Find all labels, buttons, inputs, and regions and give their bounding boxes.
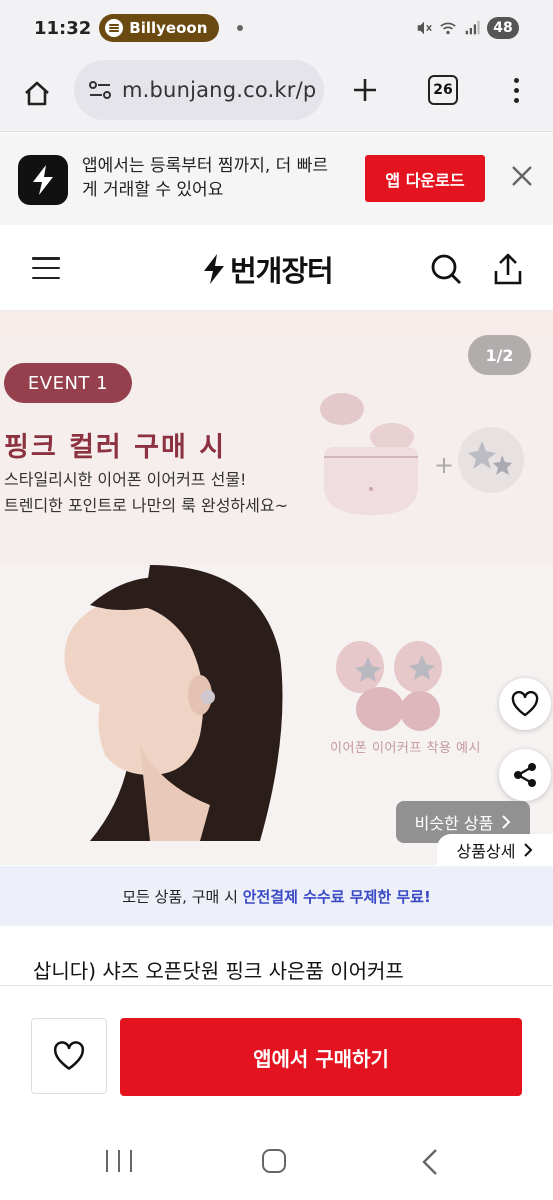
browser-menu-button[interactable] — [503, 70, 529, 110]
media-app-name: Billyeoon — [129, 19, 208, 37]
share-nodes-icon — [514, 763, 536, 787]
url-text: m.bunjang.co.kr/p — [122, 78, 317, 102]
lightning-icon — [33, 165, 53, 195]
mute-icon — [417, 21, 432, 35]
hamburger-line-icon — [32, 257, 60, 260]
spotify-icon — [105, 19, 124, 37]
event-badge: EVENT 1 — [4, 363, 132, 403]
back-icon[interactable] — [420, 1148, 440, 1176]
buy-in-app-button[interactable]: 앱에서 구매하기 — [120, 1018, 522, 1096]
event-description: 스타일리시한 이어폰 이어커프 선물! 트렌디한 포인트로 나만의 룩 완성하세… — [4, 467, 288, 519]
hamburger-line-icon — [32, 266, 60, 270]
chevron-right-icon — [502, 815, 511, 829]
recent-apps-button[interactable] — [106, 1150, 132, 1172]
chevron-right-icon — [524, 843, 533, 857]
battery-indicator: 48 — [487, 17, 519, 39]
notification-dot-icon — [237, 25, 244, 31]
system-home-button[interactable] — [262, 1149, 286, 1173]
recents-line-icon — [130, 1150, 132, 1172]
hamburger-line-icon — [32, 276, 60, 279]
wishlist-fab[interactable] — [499, 678, 551, 730]
app-download-button[interactable]: 앱 다운로드 — [365, 155, 485, 202]
cuff-caption: 이어폰 이어커프 착용 예시 — [330, 741, 481, 756]
search-icon[interactable] — [428, 251, 464, 287]
heart-icon — [53, 1041, 85, 1070]
ear-cuff-thumbnail — [458, 427, 524, 493]
product-image-carousel[interactable]: EVENT 1 핑크 컬러 구매 시 스타일리시한 이어폰 이어커프 선물! 트… — [0, 311, 553, 865]
brand-name: 번개장터 — [230, 254, 334, 288]
address-bar[interactable]: m.bunjang.co.kr/p — [74, 60, 324, 120]
plus-icon: + — [434, 451, 455, 479]
promo-prefix: 모든 상품, 구매 시 — [122, 887, 243, 906]
product-detail-button[interactable]: 상품상세 — [437, 834, 553, 866]
tab-switcher-button[interactable]: 26 — [428, 75, 458, 105]
earphone-case-illustration — [320, 393, 418, 515]
media-pill[interactable]: Billyeoon — [99, 14, 220, 42]
safe-payment-promo: 모든 상품, 구매 시 안전결제 수수료 무제한 무료! — [0, 866, 553, 926]
system-navigation-bar — [0, 1110, 553, 1200]
status-icons: 48 — [415, 17, 519, 39]
more-dot-icon — [513, 87, 519, 93]
share-icon[interactable] — [490, 251, 526, 287]
menu-button[interactable] — [32, 257, 60, 279]
wishlist-button[interactable] — [31, 1018, 107, 1094]
status-time: 11:32 — [34, 17, 92, 39]
share-fab[interactable] — [499, 749, 551, 801]
event-description-line: 스타일리시한 이어폰 이어커프 선물! — [4, 470, 247, 489]
purchase-action-bar: 앱에서 구매하기 — [0, 985, 553, 1110]
star-icon — [468, 441, 512, 475]
home-icon — [25, 81, 49, 105]
app-download-banner: 앱에서는 등록부터 찜까지, 더 빠르게 거래할 수 있어요 앱 다운로드 — [0, 133, 553, 225]
recents-line-icon — [118, 1150, 120, 1172]
close-icon[interactable] — [508, 162, 536, 190]
more-dot-icon — [513, 77, 519, 83]
new-tab-button[interactable] — [345, 70, 385, 110]
page: 11:32 Billyeoon 48 m.bunjang.co.kr/p 26 — [0, 0, 553, 1200]
signal-icon — [465, 20, 480, 35]
event-title: 핑크 컬러 구매 시 — [4, 432, 227, 463]
more-dot-icon — [513, 97, 519, 103]
similar-products-label: 비슷한 상품 — [414, 814, 494, 833]
product-title: 삽니다) 샤즈 오픈닷원 핑크 사은품 이어커프 — [33, 959, 404, 983]
site-header: 번개장터 — [0, 225, 553, 311]
product-detail-label: 상품상세 — [456, 842, 516, 861]
model-photo — [64, 565, 283, 841]
heart-icon — [511, 691, 539, 717]
plus-icon — [354, 79, 376, 101]
site-settings-icon — [89, 81, 111, 99]
promo-highlight: 안전결제 수수료 무제한 무료! — [242, 887, 431, 906]
app-logo — [18, 155, 68, 205]
browser-home-button[interactable] — [17, 74, 57, 114]
app-banner-text: 앱에서는 등록부터 찜까지, 더 빠르게 거래할 수 있어요 — [82, 156, 328, 200]
event-description-line: 트렌디한 포인트로 나만의 룩 완성하세요~ — [4, 496, 288, 515]
ear-cuff-product-photo — [336, 641, 442, 731]
carousel-page-indicator: 1/2 — [468, 335, 531, 375]
brand-logo[interactable]: 번개장터 — [200, 247, 334, 291]
wifi-icon — [440, 22, 456, 35]
recents-line-icon — [106, 1150, 108, 1172]
status-bar: 11:32 Billyeoon 48 — [0, 0, 553, 56]
lightning-icon — [204, 254, 224, 284]
browser-toolbar: m.bunjang.co.kr/p 26 — [0, 56, 553, 132]
